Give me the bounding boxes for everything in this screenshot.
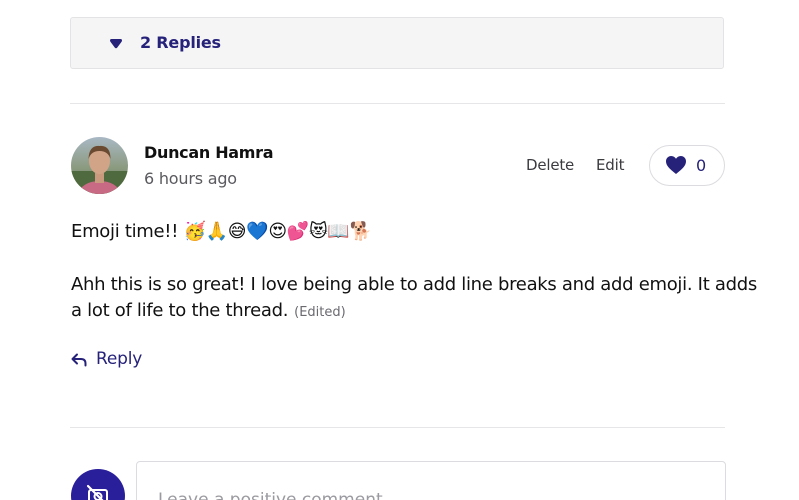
comment-body-line: Emoji time!! 🥳🙏😅💙😍💕😻📖🐕 [71, 221, 372, 242]
reply-label: Reply [96, 349, 143, 369]
like-count: 0 [696, 156, 707, 175]
heart-icon [666, 156, 686, 174]
caret-down-icon [110, 39, 122, 49]
composer-avatar [71, 469, 125, 500]
author-name[interactable]: Duncan Hamra [144, 143, 274, 162]
divider [70, 103, 725, 104]
comment-thread: 2 Replies Duncan Hamra 6 hours ago Delet… [0, 0, 799, 500]
comment-input[interactable] [136, 461, 726, 500]
avatar[interactable] [71, 137, 128, 194]
comment-body-line: a lot of life to the thread. (Edited) [71, 300, 346, 321]
edit-button[interactable]: Edit [596, 156, 624, 174]
user-photo-avatar [71, 137, 128, 194]
replies-toggle[interactable]: 2 Replies [70, 17, 724, 69]
divider [70, 427, 725, 428]
like-button[interactable]: 0 [649, 145, 725, 186]
comment-timestamp: 6 hours ago [144, 169, 237, 188]
delete-button[interactable]: Delete [526, 156, 574, 174]
no-photo-icon [86, 484, 108, 500]
comment-body-line: Ahh this is so great! I love being able … [71, 274, 757, 295]
reply-arrow-icon [71, 353, 87, 367]
edited-tag: (Edited) [294, 305, 346, 320]
comment-body-text: a lot of life to the thread. [71, 300, 289, 321]
replies-count-label: 2 Replies [140, 33, 221, 52]
